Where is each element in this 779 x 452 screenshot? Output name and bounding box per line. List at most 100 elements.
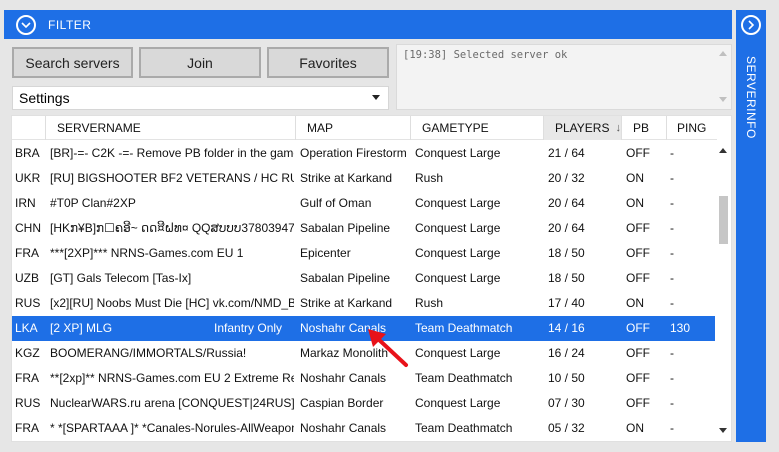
cell-ping: - xyxy=(670,171,674,185)
cell-players: 05 / 32 xyxy=(548,421,585,435)
column-header-players[interactable]: PLAYERS ↓ xyxy=(544,116,622,140)
cell-pb: ON xyxy=(626,296,644,310)
cell-map: Sabalan Pipeline xyxy=(300,271,391,285)
cell-players: 10 / 50 xyxy=(548,371,585,385)
cell-ping: - xyxy=(670,346,674,360)
chevron-right-icon[interactable] xyxy=(741,15,761,35)
cell-country: FRA xyxy=(15,371,39,385)
cell-ping: - xyxy=(670,371,674,385)
cell-ping: - xyxy=(670,196,674,210)
cell-name: [GT] Gals Telecom [Tas-Ix] xyxy=(50,271,192,285)
cell-players: 20 / 32 xyxy=(548,171,585,185)
cell-map: Noshahr Canals xyxy=(300,421,387,435)
cell-ping: - xyxy=(670,221,674,235)
cell-gametype: Conquest Large xyxy=(415,246,501,260)
cell-name: BOOMERANG/IMMORTALS/Russia! xyxy=(50,346,247,360)
scroll-down-icon[interactable] xyxy=(719,97,727,102)
cell-ping: - xyxy=(670,246,674,260)
cell-map: Strike at Karkand xyxy=(300,171,393,185)
cell-pb: OFF xyxy=(626,271,650,285)
cell-name: [RU] BIGSHOOTER BF2 VETERANS / HC RUSH xyxy=(50,171,294,185)
filter-label: FILTER xyxy=(48,17,92,32)
table-row[interactable]: CHN [HKກ¥B]ກ☐ຄອີ~ ດດ¤ີຝທ¤ QQສບບບ378039474… xyxy=(12,216,717,241)
server-table: SERVERNAME MAP GAMETYPE PLAYERS ↓ PB PIN… xyxy=(11,115,732,442)
red-arrow-icon xyxy=(368,329,408,367)
serverinfo-panel[interactable]: SERVERINFO xyxy=(736,10,766,442)
column-header-country[interactable] xyxy=(12,116,46,140)
settings-select-value: Settings xyxy=(19,90,70,106)
cell-gametype: Team Deathmatch xyxy=(415,421,513,435)
column-header-map[interactable]: MAP xyxy=(296,116,411,140)
cell-gametype: Conquest Large xyxy=(415,396,501,410)
cell-tag: Infantry Only xyxy=(214,321,283,335)
cell-pb: ON xyxy=(626,196,644,210)
dropdown-arrow-icon xyxy=(372,95,380,100)
cell-players: 20 / 64 xyxy=(548,196,585,210)
table-scrollbar[interactable] xyxy=(715,140,731,441)
cell-name: [HKກ¥B]ກ☐ຄອີ~ ດດ¤ີຝທ¤ QQສບບບ378039474 xyxy=(50,221,294,235)
chevron-down-icon[interactable] xyxy=(16,14,36,35)
table-row[interactable]: BRA [BR]-=- C2K -=- Remove PB folder in t… xyxy=(12,141,717,166)
cell-players: 20 / 64 xyxy=(548,221,585,235)
cell-name: **[2xp]** NRNS-Games.com EU 2 Extreme Re… xyxy=(50,371,294,385)
table-row[interactable]: UKR [RU] BIGSHOOTER BF2 VETERANS / HC RUS… xyxy=(12,166,717,191)
cell-map: Strike at Karkand xyxy=(300,296,393,310)
cell-map: Gulf of Oman xyxy=(300,196,372,210)
table-row[interactable]: FRA * *[SPARTAAA ]* *Canales-Norules-AllW… xyxy=(12,416,717,441)
cell-name: #T0P Clan#2XP xyxy=(50,196,136,210)
cell-country: FRA xyxy=(15,246,39,260)
cell-ping: - xyxy=(670,271,674,285)
join-button[interactable]: Join xyxy=(139,47,261,78)
column-header-pb[interactable]: PB xyxy=(622,116,667,140)
column-header-servername[interactable]: SERVERNAME xyxy=(46,116,296,140)
cell-pb: OFF xyxy=(626,146,650,160)
log-text: [19:38] Selected server ok xyxy=(403,49,568,61)
scrollbar-thumb[interactable] xyxy=(719,196,728,244)
column-header-ping[interactable]: PING xyxy=(667,116,717,140)
table-row[interactable]: RUS [x2][RU] Noobs Must Die [HC] vk.com/N… xyxy=(12,291,717,316)
favorites-button[interactable]: Favorites xyxy=(267,47,389,78)
table-row[interactable]: IRN #T0P Clan#2XP Gulf of Oman Conquest Lar… xyxy=(12,191,717,216)
cell-country: KGZ xyxy=(15,346,40,360)
cell-country: BRA xyxy=(15,146,40,160)
cell-gametype: Team Deathmatch xyxy=(415,371,513,385)
settings-select[interactable]: Settings xyxy=(12,86,389,110)
scroll-down-icon[interactable] xyxy=(719,428,727,433)
cell-country: RUS xyxy=(15,296,41,310)
table-row[interactable]: FRA ***[2XP]*** NRNS-Games.com EU 1 Epicen… xyxy=(12,241,717,266)
column-header-gametype[interactable]: GAMETYPE xyxy=(411,116,544,140)
cell-pb: OFF xyxy=(626,221,650,235)
table-row[interactable]: FRA **[2xp]** NRNS-Games.com EU 2 Extreme… xyxy=(12,366,717,391)
cell-country: CHN xyxy=(15,221,41,235)
cell-country: UZB xyxy=(15,271,39,285)
cell-gametype: Conquest Large xyxy=(415,221,501,235)
log-scrollbar[interactable] xyxy=(716,46,730,108)
scroll-up-icon[interactable] xyxy=(719,51,727,56)
cell-name: [BR]-=- C2K -=- Remove PB folder in the … xyxy=(50,146,294,160)
cell-players: 18 / 50 xyxy=(548,271,585,285)
cell-pb: OFF xyxy=(626,321,650,335)
filter-bar[interactable]: FILTER xyxy=(4,10,732,39)
cell-players: 17 / 40 xyxy=(548,296,585,310)
cell-pb: ON xyxy=(626,171,644,185)
cell-pb: OFF xyxy=(626,346,650,360)
cell-gametype: Conquest Large xyxy=(415,346,501,360)
cell-players: 14 / 16 xyxy=(548,321,585,335)
cell-map: Operation Firestorm xyxy=(300,146,407,160)
cell-players: 21 / 64 xyxy=(548,146,585,160)
cell-gametype: Conquest Large xyxy=(415,146,501,160)
cell-gametype: Team Deathmatch xyxy=(415,321,513,335)
table-row[interactable]: RUS NuclearWARS.ru arena [CONQUEST|24RUS]… xyxy=(12,391,717,416)
cell-players: 18 / 50 xyxy=(548,246,585,260)
search-servers-button[interactable]: Search servers xyxy=(12,47,133,78)
scroll-up-icon[interactable] xyxy=(719,148,727,153)
table-row[interactable]: UZB [GT] Gals Telecom [Tas-Ix] Sabalan Pip… xyxy=(12,266,717,291)
log-panel: [19:38] Selected server ok xyxy=(396,44,732,110)
cell-players: 16 / 24 xyxy=(548,346,585,360)
cell-map: Epicenter xyxy=(300,246,351,260)
cell-ping: - xyxy=(670,146,674,160)
cell-map: Noshahr Canals xyxy=(300,371,387,385)
cell-country: IRN xyxy=(15,196,36,210)
cell-country: LKA xyxy=(15,321,38,335)
cell-name: ***[2XP]*** NRNS-Games.com EU 1 xyxy=(50,246,244,260)
